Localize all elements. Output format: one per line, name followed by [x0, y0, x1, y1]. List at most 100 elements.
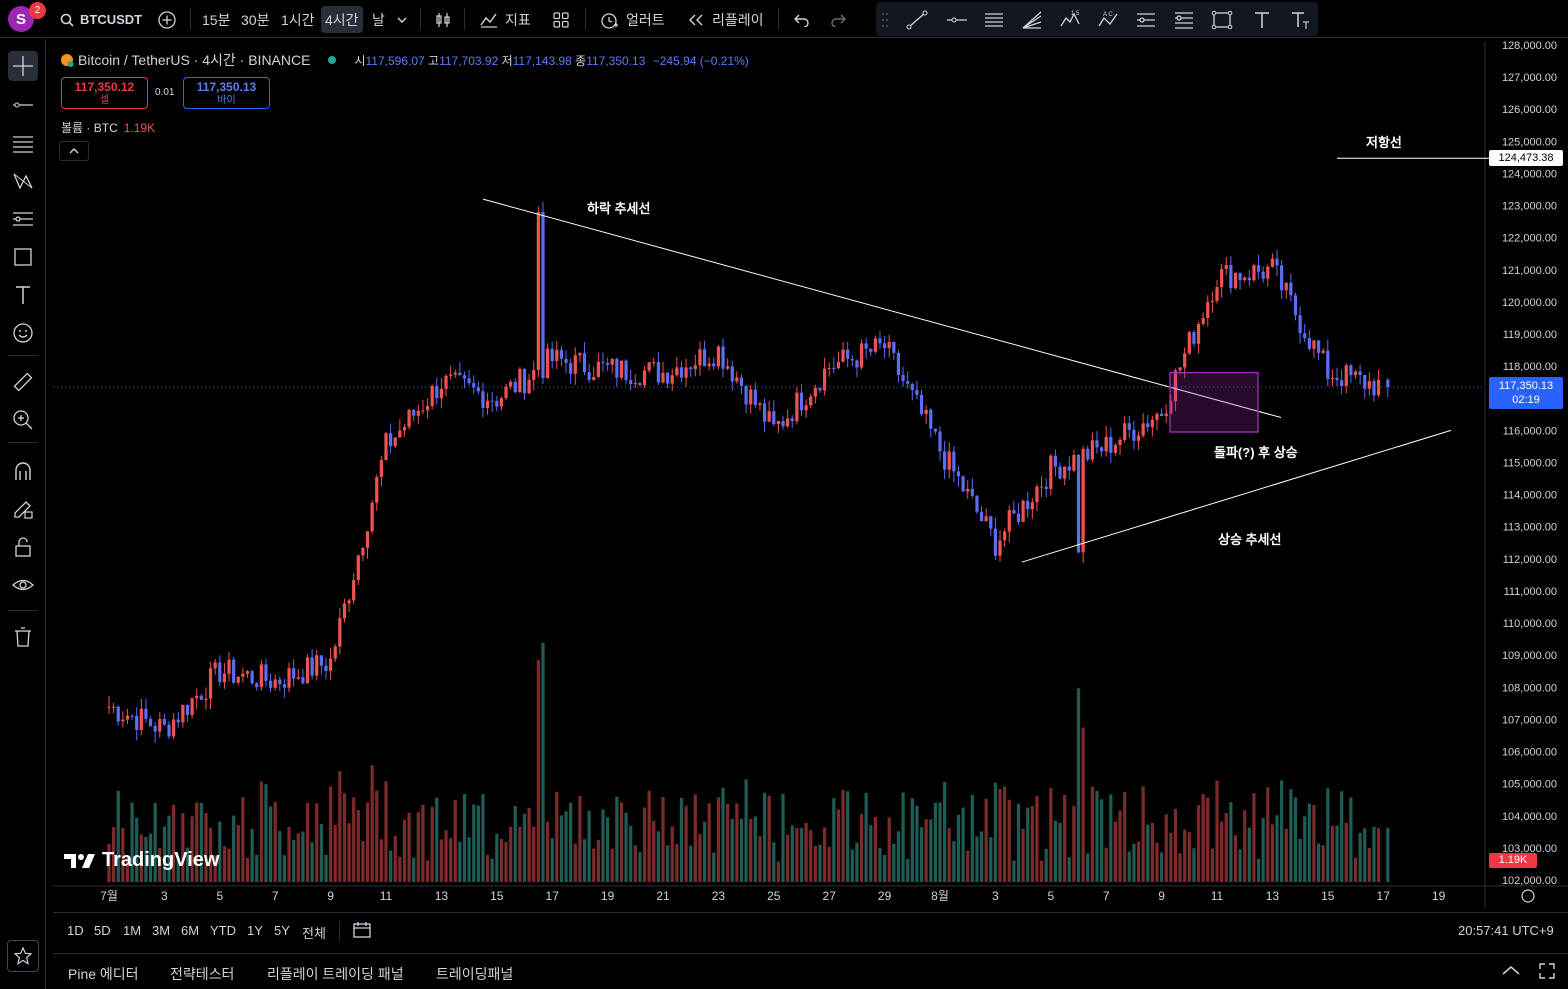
chart-type-button[interactable] — [434, 6, 452, 33]
parallel-channel-icon[interactable] — [983, 10, 1005, 30]
range-6m[interactable]: 6M — [181, 923, 199, 938]
text-tool[interactable] — [8, 280, 38, 310]
expand-panel-button[interactable] — [1501, 962, 1521, 983]
volume-bar — [1118, 810, 1122, 882]
interval-15m[interactable]: 15분 — [202, 6, 230, 33]
volume-bar — [855, 842, 859, 882]
chart-pane[interactable]: 128,000.00 127,000.00 126,000.00 125,000.00… — [53, 41, 1568, 909]
replay-button[interactable]: 리플레이 — [687, 6, 764, 33]
candle-body — [684, 367, 688, 378]
horizontal-ray-icon[interactable] — [946, 10, 968, 30]
fib-retracement-icon[interactable] — [1173, 10, 1195, 30]
zoom-tool[interactable] — [8, 405, 38, 435]
indicators-button[interactable]: 지표 — [479, 6, 531, 33]
volume-bar — [610, 848, 614, 882]
volume-bar — [412, 857, 416, 882]
lock-drawings-tool[interactable] — [8, 532, 38, 562]
prediction-tool[interactable] — [8, 204, 38, 234]
candle-body — [790, 418, 794, 422]
interval-4h[interactable]: 4시간 — [321, 6, 363, 33]
price-chart[interactable]: 128,000.00 127,000.00 126,000.00 125,000.00… — [53, 41, 1568, 909]
interval-dropdown[interactable] — [396, 6, 408, 33]
close-key: 종 — [575, 53, 587, 68]
trendline-tool[interactable] — [8, 90, 38, 120]
range-5y[interactable]: 5Y — [274, 923, 290, 938]
volume-legend[interactable]: 볼륨 · BTC 1.19K — [61, 119, 155, 136]
drag-handle-icon[interactable] — [880, 10, 890, 30]
rectangle-icon[interactable] — [1211, 10, 1233, 30]
volume-bar — [1307, 803, 1311, 882]
interval-1d[interactable]: 날 — [372, 6, 385, 33]
candle-body — [933, 428, 937, 432]
volume-bar — [504, 842, 508, 882]
annotation-resistance[interactable]: 저항선 — [1366, 132, 1402, 151]
symbol-search[interactable]: BTCUSDT — [60, 6, 142, 33]
volume-bar — [259, 781, 263, 882]
range-1y[interactable]: 1Y — [247, 923, 263, 938]
tab-strategy-tester[interactable]: 전략테스터 — [170, 964, 234, 984]
range-ytd[interactable]: YTD — [210, 923, 236, 938]
undo-button[interactable] — [792, 6, 810, 33]
volume-bar — [804, 822, 808, 882]
range-1d[interactable]: 1D — [67, 923, 84, 938]
annotation-breakout[interactable]: 돌파(?) 후 상승 — [1214, 442, 1298, 461]
pattern-tool[interactable] — [8, 166, 38, 196]
candle-body — [490, 400, 494, 402]
interval-1h[interactable]: 1시간 — [281, 6, 315, 33]
annotation-up-trend[interactable]: 상승 추세선 — [1218, 529, 1281, 548]
candle-body — [485, 400, 490, 409]
buy-button[interactable]: 117,350.13 바이 — [183, 77, 270, 109]
fib-fan-icon[interactable] — [1021, 10, 1043, 30]
volume-bar — [776, 861, 781, 882]
annotation-down-trend[interactable]: 하락 추세선 — [587, 198, 650, 217]
trendline-icon[interactable] — [906, 10, 928, 30]
range-1m[interactable]: 1M — [123, 923, 141, 938]
volume-bar — [767, 795, 771, 882]
favorites-button[interactable] — [7, 940, 39, 972]
volume-bar — [869, 825, 873, 882]
timezone-clock[interactable]: 20:57:41 UTC+9 — [1458, 923, 1554, 938]
range-all[interactable]: 전체 — [302, 923, 326, 942]
layout-templates-button[interactable] — [552, 6, 570, 33]
anchored-text-icon[interactable] — [1289, 10, 1311, 30]
icon-tool[interactable] — [8, 318, 38, 348]
range-3m[interactable]: 3M — [152, 923, 170, 938]
candle-body — [532, 370, 536, 380]
interval-30m[interactable]: 30분 — [241, 6, 269, 33]
volume-bar — [296, 833, 300, 882]
candle-body — [1298, 315, 1302, 334]
magnet-tool[interactable] — [8, 456, 38, 486]
collapse-legend-button[interactable] — [59, 141, 89, 161]
text-icon[interactable] — [1251, 10, 1273, 30]
candle-body — [176, 719, 180, 723]
crosshair-tool[interactable] — [8, 51, 38, 81]
redo-button[interactable] — [830, 6, 848, 33]
channel-tool[interactable] — [8, 128, 38, 158]
tradingview-logo[interactable]: TradingView — [64, 849, 219, 872]
abcd-pattern-icon[interactable]: A C — [1097, 10, 1119, 30]
goto-date-button[interactable] — [352, 921, 372, 942]
tab-replay-panel[interactable]: 리플레이 트레이딩 패널 — [267, 964, 404, 984]
measure-tool[interactable] — [8, 367, 38, 397]
volume-bar — [1238, 849, 1242, 882]
maximize-panel-button[interactable] — [1538, 962, 1556, 983]
candle-body — [624, 360, 628, 381]
remove-drawings-tool[interactable] — [8, 622, 38, 652]
tab-pine-editor[interactable]: Pine 에디터 — [68, 964, 139, 984]
elliott-wave-icon[interactable]: 1 5 — [1059, 10, 1081, 30]
close-value: 117,350.13 — [586, 53, 646, 68]
candle-body — [749, 389, 753, 405]
xabcd-pattern-icon — [13, 173, 33, 190]
shape-tool[interactable] — [8, 242, 38, 272]
volume-bar — [1210, 848, 1214, 882]
range-5d[interactable]: 5D — [94, 923, 111, 938]
tab-trading-panel[interactable]: 트레이딩패널 — [436, 964, 513, 984]
volume-bar — [347, 823, 351, 882]
sell-button[interactable]: 117,350.12 셀 — [61, 77, 148, 109]
long-short-position-icon[interactable] — [1135, 10, 1157, 30]
drawing-mode-tool[interactable] — [8, 494, 38, 524]
volume-bar — [1049, 787, 1053, 882]
hide-drawings-tool[interactable] — [8, 570, 38, 600]
alert-button[interactable]: 얼러트 — [599, 6, 665, 33]
compare-symbol-button[interactable] — [157, 6, 177, 33]
